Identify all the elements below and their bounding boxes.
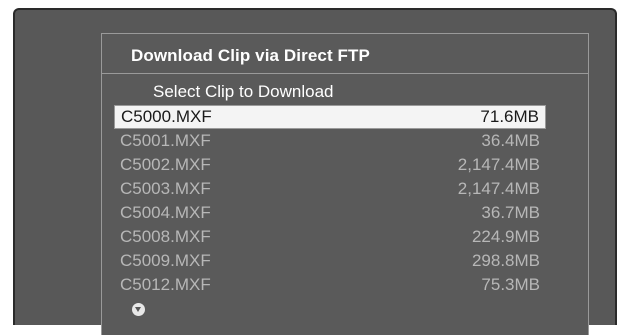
clip-row[interactable]: C5004.MXF 36.7MB [114,201,546,225]
screen-frame: Download Clip via Direct FTP Select Clip… [13,8,617,335]
clip-name: C5009.MXF [120,251,211,270]
clip-list: C5000.MXF 71.6MB C5001.MXF 36.4MB C5002.… [114,105,546,297]
title-divider [102,73,588,74]
clip-row[interactable]: C5008.MXF 224.9MB [114,225,546,249]
clip-name: C5003.MXF [120,179,211,198]
scroll-down-icon[interactable] [132,303,145,316]
clip-row[interactable]: C5012.MXF 75.3MB [114,273,546,297]
clip-size: 2,147.4MB [457,155,540,174]
clip-row[interactable]: C5001.MXF 36.4MB [114,129,546,153]
clip-row[interactable]: C5009.MXF 298.8MB [114,249,546,273]
clip-row[interactable]: C5002.MXF 2,147.4MB [114,153,546,177]
clip-name: C5012.MXF [120,275,211,294]
dialog-subtitle: Select Clip to Download [153,82,334,101]
clip-name: C5000.MXF [121,107,212,126]
clip-size: 298.8MB [471,251,540,270]
clip-row[interactable]: C5003.MXF 2,147.4MB [114,177,546,201]
clip-size: 224.9MB [471,227,540,246]
dialog-title: Download Clip via Direct FTP [131,46,370,65]
clip-name: C5002.MXF [120,155,211,174]
clip-name: C5008.MXF [120,227,211,246]
clip-size: 2,147.4MB [457,179,540,198]
clip-size: 75.3MB [481,275,540,294]
clip-name: C5004.MXF [120,203,211,222]
download-clip-dialog: Download Clip via Direct FTP Select Clip… [101,33,589,335]
clip-size: 71.6MB [480,107,539,126]
clip-size: 36.7MB [481,203,540,222]
clip-name: C5001.MXF [120,131,211,150]
clip-row-selected[interactable]: C5000.MXF 71.6MB [114,105,546,129]
clip-size: 36.4MB [481,131,540,150]
